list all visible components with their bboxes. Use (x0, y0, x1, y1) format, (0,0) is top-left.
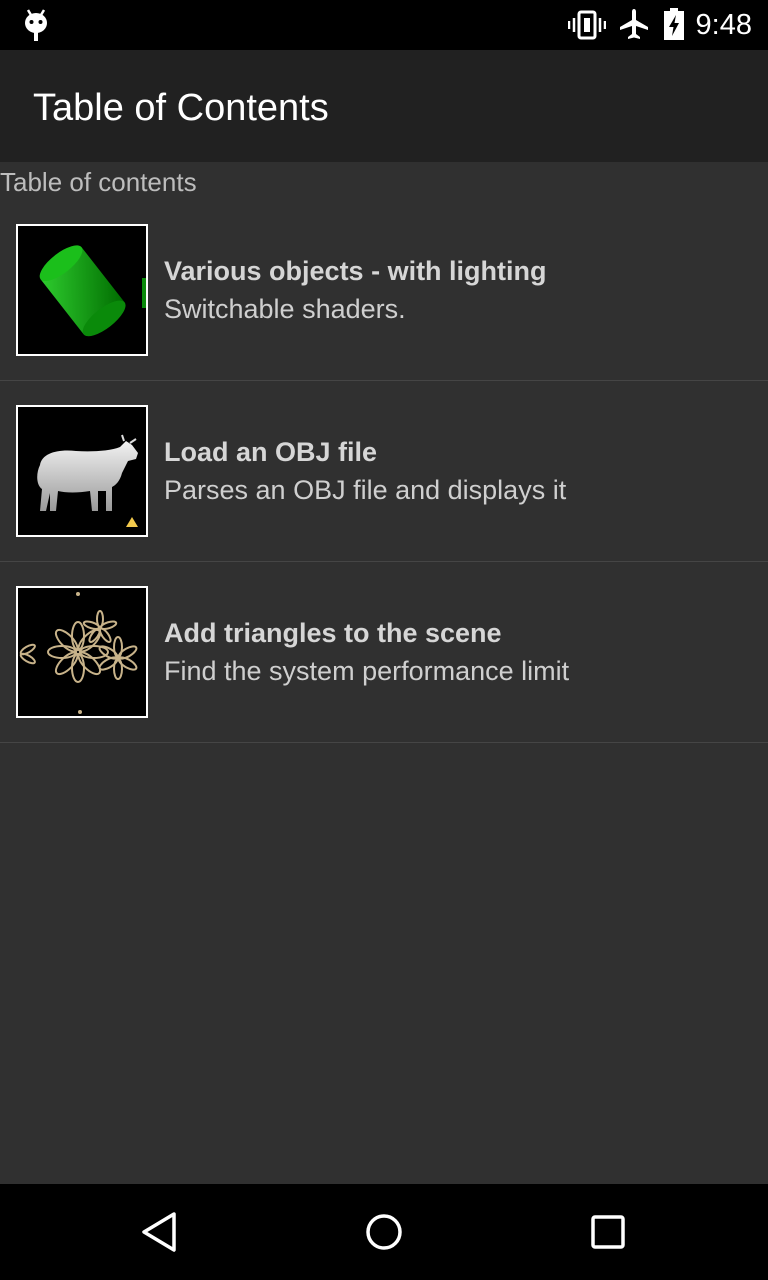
item-subtitle: Find the system performance limit (164, 656, 570, 686)
flower-triangles-thumbnail (16, 586, 148, 718)
main-content: Table of contents Various objects - with… (0, 162, 768, 1184)
vibrate-icon (568, 10, 606, 40)
item-title: Load an OBJ file (164, 437, 378, 467)
green-cylinder-thumbnail (16, 224, 148, 356)
item-title: Various objects - with lighting (164, 256, 547, 286)
app-bar: Table of Contents (0, 50, 768, 162)
page-title: Table of Contents (33, 87, 329, 129)
cow-model-thumbnail (16, 405, 148, 537)
back-icon[interactable] (138, 1210, 182, 1254)
navigation-bar (0, 1184, 768, 1280)
item-subtitle: Parses an OBJ file and displays it (164, 475, 567, 505)
status-bar: 9:48 (0, 0, 768, 50)
item-subtitle: Switchable shaders. (164, 294, 406, 324)
status-clock: 9:48 (695, 9, 752, 41)
battery-charging-icon (664, 8, 684, 40)
home-icon[interactable] (362, 1210, 406, 1254)
section-header: Table of contents (0, 167, 197, 197)
recents-icon[interactable] (586, 1210, 630, 1254)
airplane-mode-icon (620, 9, 648, 39)
item-title: Add triangles to the scene (164, 618, 502, 648)
debug-icon (25, 9, 47, 41)
list-item-load-obj[interactable]: Load an OBJ file Parses an OBJ file and … (0, 381, 768, 562)
demo-list: Various objects - with lighting Switchab… (0, 200, 768, 743)
list-item-add-triangles[interactable]: Add triangles to the scene Find the syst… (0, 562, 768, 743)
list-item-various-objects[interactable]: Various objects - with lighting Switchab… (0, 200, 768, 381)
